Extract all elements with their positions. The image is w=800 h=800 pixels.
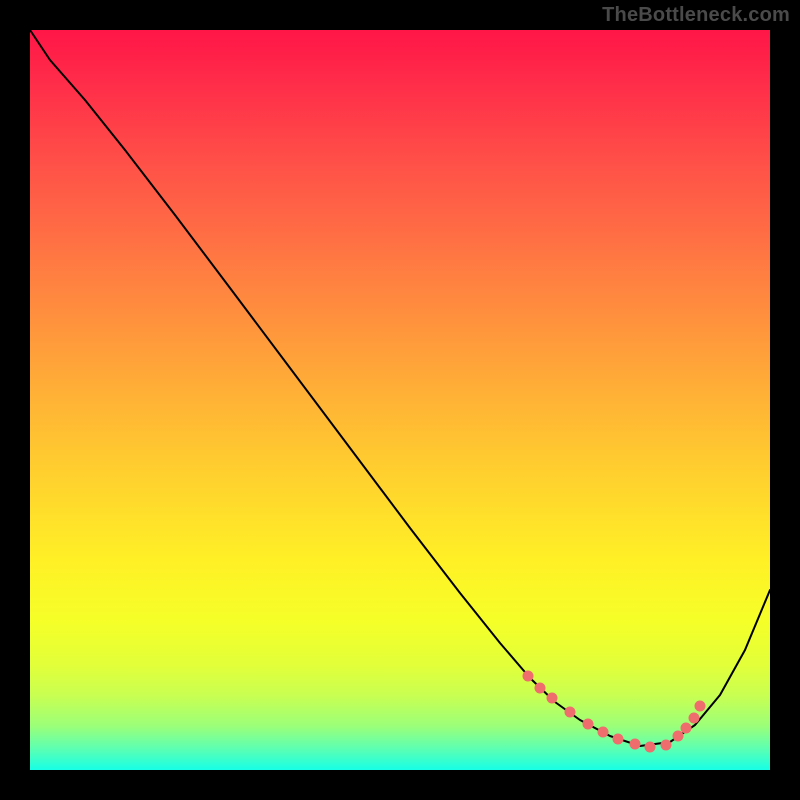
watermark-text: TheBottleneck.com [602,4,790,27]
optimal-point [523,671,534,682]
plot-area [30,30,770,770]
optimal-point [630,739,641,750]
optimal-point [645,742,656,753]
optimal-point [681,723,692,734]
optimal-point [689,713,700,724]
optimal-point [695,701,706,712]
optimal-point [535,683,546,694]
optimal-point [598,727,609,738]
optimal-point [661,740,672,751]
optimal-zone-dots [523,671,706,753]
bottleneck-curve [30,30,770,746]
optimal-point [673,731,684,742]
curve-svg [30,30,770,770]
optimal-point [583,719,594,730]
optimal-point [613,734,624,745]
optimal-point [547,693,558,704]
chart-frame: TheBottleneck.com [0,0,800,800]
optimal-point [565,707,576,718]
